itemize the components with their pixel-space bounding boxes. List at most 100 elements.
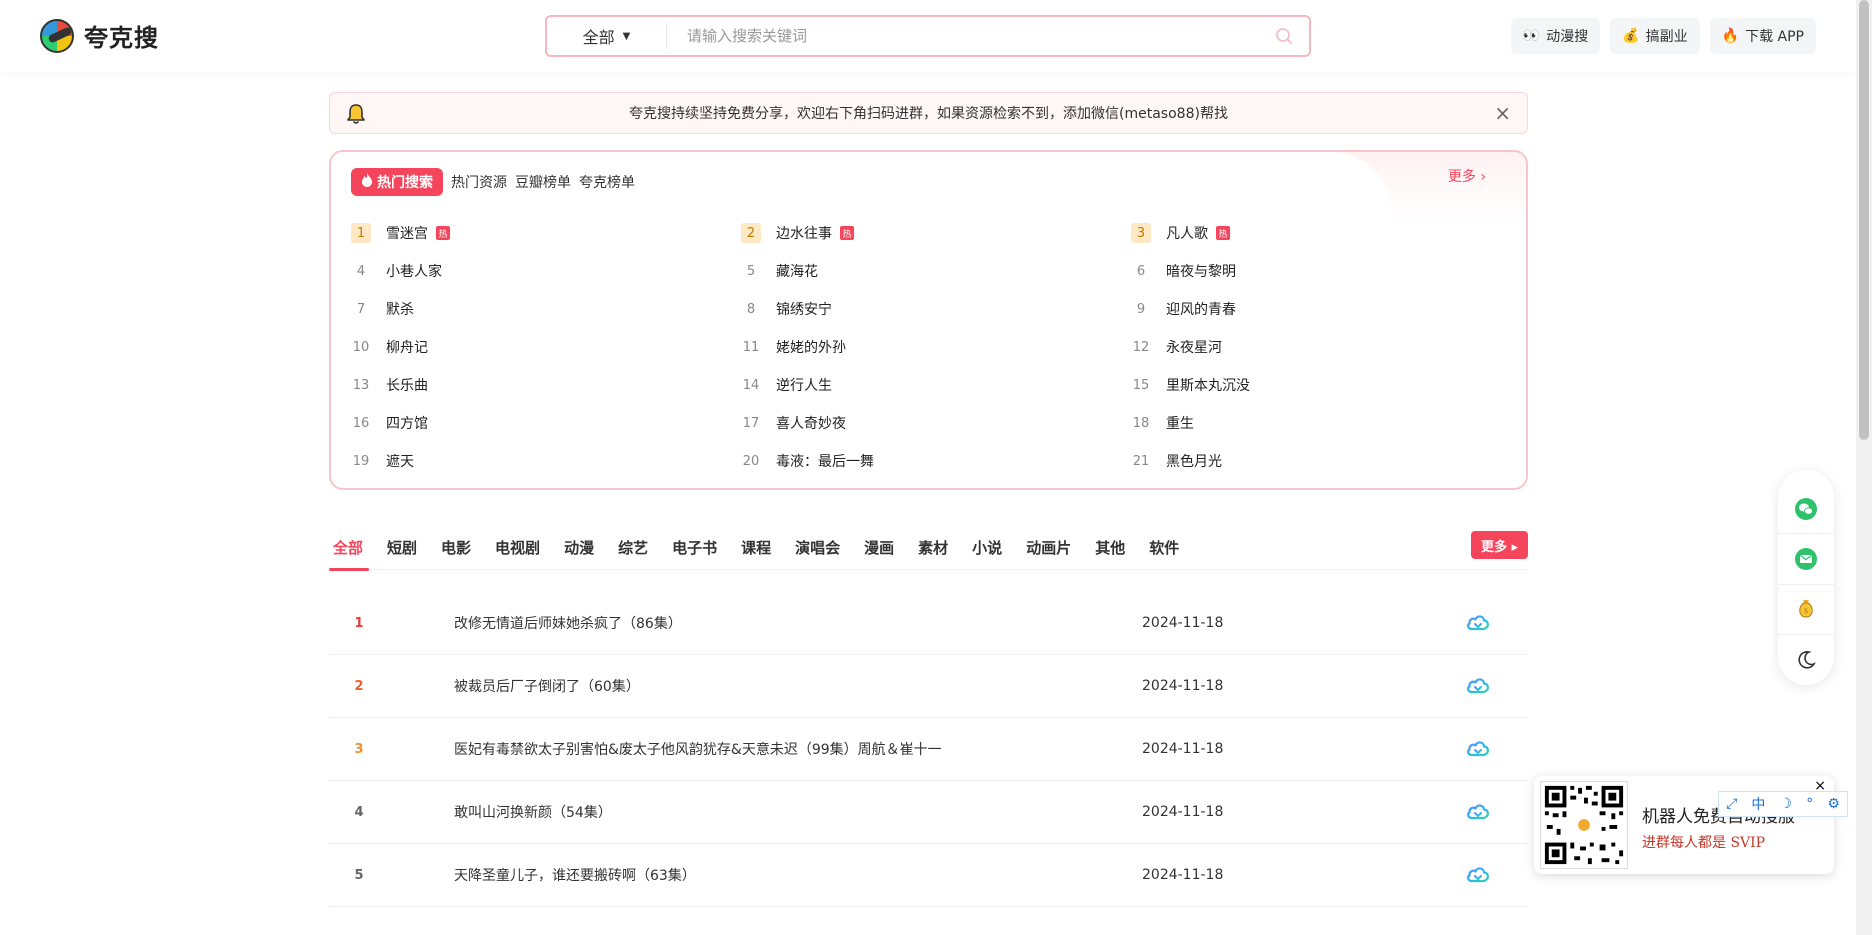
row-date: 2024-11-18 (1142, 615, 1224, 631)
expand-icon[interactable]: ⤢ (1726, 796, 1737, 812)
moon-icon[interactable]: ☽ (1780, 796, 1793, 812)
table-row[interactable]: 2 被裁员后厂子倒闭了（60集） 2024-11-18 (329, 655, 1528, 718)
cloud-download-icon[interactable] (1466, 801, 1490, 825)
cloud-download-icon[interactable] (1466, 738, 1490, 762)
category-tab[interactable]: 综艺 (606, 524, 660, 570)
search-icon[interactable] (1259, 27, 1309, 45)
category-tab[interactable]: 电子书 (660, 524, 729, 570)
page-scrollbar[interactable] (1856, 0, 1872, 935)
logo-icon (40, 18, 74, 53)
punctuation-icon[interactable]: ° (1806, 796, 1813, 812)
category-tab[interactable]: 短剧 (375, 524, 429, 570)
row-title-link[interactable]: 被裁员后厂子倒闭了（60集） (454, 676, 640, 696)
hot-item[interactable]: 13 长乐曲 (351, 366, 741, 404)
category-tab[interactable]: 其他 (1083, 524, 1137, 570)
language-toggle[interactable]: 中 (1751, 794, 1765, 814)
category-tab[interactable]: 全部 (329, 524, 375, 571)
row-title-link[interactable]: 医妃有毒禁欲太子别害怕&废太子他风韵犹存&天意未迟（99集）周航＆崔十一 (454, 739, 942, 759)
money-bag-icon: 💰 (1622, 28, 1640, 44)
hot-item[interactable]: 10 柳舟记 (351, 328, 741, 366)
row-title-link[interactable]: 天降圣童儿子，谁还要搬砖啊（63集） (454, 865, 696, 885)
hot-item-title: 锦绣安宁 (776, 302, 832, 318)
row-title-link[interactable]: 改修无情道后师妹她杀疯了（86集） (454, 613, 682, 633)
category-tab[interactable]: 小说 (960, 524, 1014, 570)
hot-item[interactable]: 15 里斯本丸沉没 (1131, 366, 1511, 404)
category-tab[interactable]: 漫画 (852, 524, 906, 570)
cloud-download-icon[interactable] (1466, 864, 1490, 888)
hot-item[interactable]: 12 永夜星河 (1131, 328, 1511, 366)
hot-item-rank: 9 (1136, 301, 1146, 317)
row-rank: 4 (354, 804, 364, 820)
anime-search-label: 动漫搜 (1546, 29, 1589, 45)
table-row[interactable]: 1 改修无情道后师妹她杀疯了（86集） 2024-11-18 (329, 592, 1528, 655)
category-tab[interactable]: 课程 (729, 524, 783, 570)
resource-list: 1 改修无情道后师妹她杀疯了（86集） 2024-11-18 2 被裁员后厂子倒闭了（6… (329, 592, 1528, 907)
hot-item[interactable]: 1 雪迷宫热 (351, 214, 741, 252)
row-title-link[interactable]: 敢叫山河换新颜（54集） (454, 802, 612, 822)
bell-icon (346, 103, 366, 129)
hot-item-title: 小巷人家 (386, 264, 442, 280)
category-tabs: 全部 短剧 电影 电视剧 动漫 综艺 电子书 课程 演唱会 漫画 素材 小说 动画片 其他 软件 (329, 524, 1528, 571)
top-header: 夸克搜 全部 ▼ 👀 动漫搜 💰 搞副业 🔥 下载 APP (0, 0, 1856, 72)
cloud-download-icon[interactable] (1466, 612, 1490, 636)
hot-item[interactable]: 3 凡人歌热 (1131, 214, 1511, 252)
hot-item[interactable]: 16 四方馆 (351, 404, 741, 442)
hot-item[interactable]: 2 边水往事热 (741, 214, 1131, 252)
hot-item-rank: 14 (742, 377, 760, 393)
category-tab[interactable]: 电视剧 (483, 524, 552, 570)
hot-more-link[interactable]: 更多 › (1448, 166, 1486, 186)
search-input[interactable] (667, 17, 1259, 55)
category-more-button[interactable]: 更多 ▸ (1470, 531, 1528, 559)
email-button[interactable] (1778, 534, 1834, 585)
hot-item-title: 重生 (1166, 416, 1194, 432)
table-row[interactable]: 3 医妃有毒禁欲太子别害怕&废太子他风韵犹存&天意未迟（99集）周航＆崔十一 202… (329, 718, 1528, 781)
hot-item[interactable]: 14 逆行人生 (741, 366, 1131, 404)
category-tab[interactable]: 电影 (429, 524, 483, 570)
side-business-button[interactable]: 💰 搞副业 (1610, 18, 1700, 54)
hot-item-rank: 12 (1132, 339, 1150, 355)
hot-item-rank: 18 (1132, 415, 1150, 431)
site-logo[interactable]: 夸克搜 (40, 18, 159, 53)
hot-item[interactable]: 18 重生 (1131, 404, 1511, 442)
hot-item-title: 凡人歌 (1166, 226, 1208, 242)
table-row[interactable]: 5 天降圣童儿子，谁还要搬砖啊（63集） 2024-11-18 (329, 844, 1528, 907)
hot-item[interactable]: 4 小巷人家 (351, 252, 741, 290)
gear-icon[interactable]: ⚙ (1827, 796, 1840, 812)
hot-item[interactable]: 17 喜人奇妙夜 (741, 404, 1131, 442)
category-tab[interactable]: 动画片 (1014, 524, 1083, 570)
close-icon[interactable]: × (1494, 101, 1511, 125)
download-app-button[interactable]: 🔥 下载 APP (1709, 18, 1816, 54)
category-tab[interactable]: 演唱会 (783, 524, 852, 570)
search-category-label: 全部 (582, 28, 615, 47)
hot-search-badge[interactable]: 热门搜索 (351, 168, 443, 196)
hot-item-title: 黑色月光 (1166, 454, 1222, 470)
hot-item[interactable]: 7 默杀 (351, 290, 741, 328)
table-row[interactable]: 4 敢叫山河换新颜（54集） 2024-11-18 (329, 781, 1528, 844)
hot-item[interactable]: 19 遮天 (351, 442, 741, 480)
hot-item[interactable]: 21 黑色月光 (1131, 442, 1511, 480)
scroll-thumb[interactable] (1859, 0, 1869, 440)
hot-link-quark[interactable]: 夸克榜单 (579, 172, 635, 192)
hot-link-resources[interactable]: 热门资源 (451, 172, 507, 192)
hot-item[interactable]: 20 毒液：最后一舞 (741, 442, 1131, 480)
hot-item[interactable]: 5 藏海花 (741, 252, 1131, 290)
hot-tag-badge: 热 (436, 226, 450, 240)
hot-item-rank: 21 (1132, 453, 1150, 469)
search-category-select[interactable]: 全部 ▼ (547, 23, 667, 49)
anime-search-button[interactable]: 👀 动漫搜 (1510, 18, 1601, 54)
category-tab[interactable]: 素材 (906, 524, 960, 570)
hot-item[interactable]: 8 锦绣安宁 (741, 290, 1131, 328)
hot-item[interactable]: 11 姥姥的外孙 (741, 328, 1131, 366)
hot-item-rank: 6 (1136, 263, 1146, 279)
mini-toolbar: ⤢ 中 ☽ ° ⚙ (1718, 791, 1848, 817)
hot-item[interactable]: 9 迎风的青春 (1131, 290, 1511, 328)
cloud-download-icon[interactable] (1466, 675, 1490, 699)
eyes-icon: 👀 (1522, 28, 1541, 44)
dark-mode-button[interactable] (1778, 635, 1834, 685)
hot-item[interactable]: 6 暗夜与黎明 (1131, 252, 1511, 290)
hot-link-douban[interactable]: 豆瓣榜单 (515, 172, 571, 192)
wechat-button[interactable] (1778, 484, 1834, 535)
category-tab[interactable]: 软件 (1137, 524, 1191, 570)
category-tab[interactable]: 动漫 (552, 524, 606, 570)
money-button[interactable]: $ (1778, 585, 1834, 635)
